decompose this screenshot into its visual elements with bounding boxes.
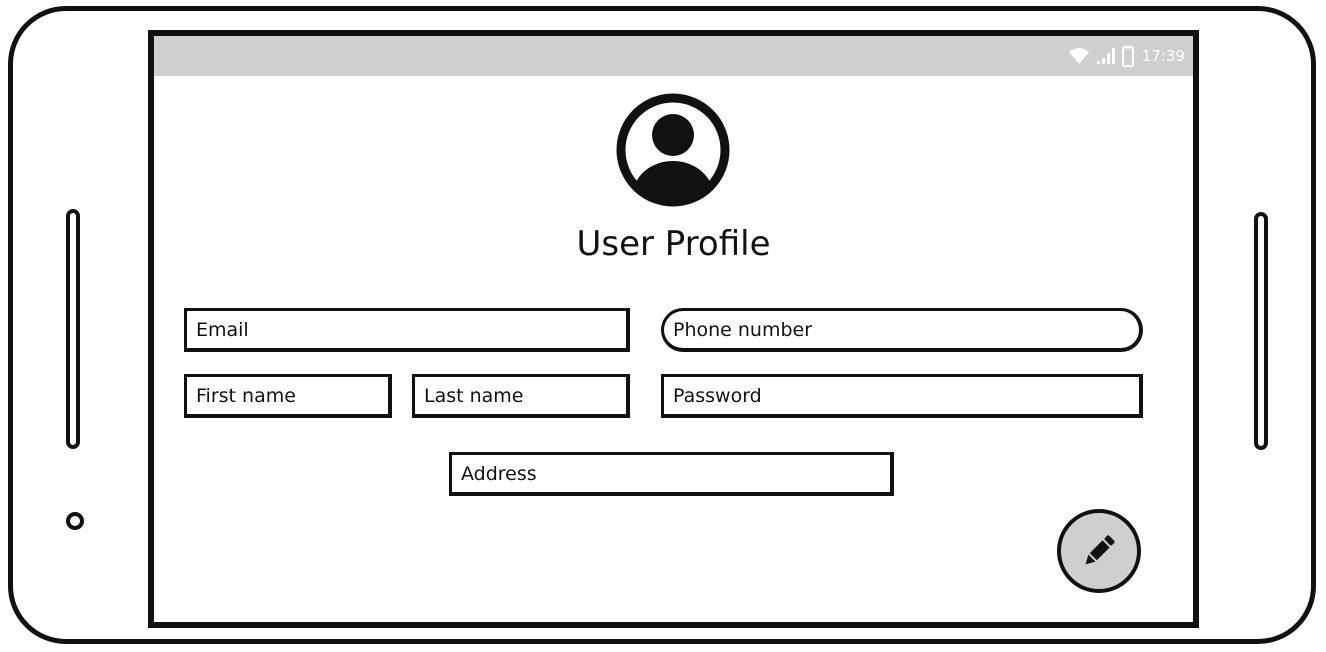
phone-screen: 17:39 User Profile Email Phone number Fi… [148,30,1199,628]
pencil-icon [1085,535,1115,565]
status-bar: 17:39 [154,36,1193,76]
password-field[interactable]: Password [661,374,1143,418]
phone-number-field[interactable]: Phone number [661,308,1143,352]
side-button-left [66,209,80,449]
user-avatar-icon [614,91,732,209]
wifi-icon [1068,48,1089,64]
side-button-right [1254,212,1268,450]
address-field[interactable]: Address [449,452,894,496]
page-title: User Profile [576,224,771,264]
first-name-field[interactable]: First name [184,374,392,418]
email-field[interactable]: Email [184,308,630,352]
status-icons: 17:39 [1068,43,1185,69]
last-name-field[interactable]: Last name [412,374,630,418]
home-button[interactable] [66,512,84,530]
battery-icon [1121,45,1134,67]
edit-fab-button[interactable] [1057,509,1141,593]
status-time: 17:39 [1141,47,1185,65]
signal-icon [1096,48,1115,64]
